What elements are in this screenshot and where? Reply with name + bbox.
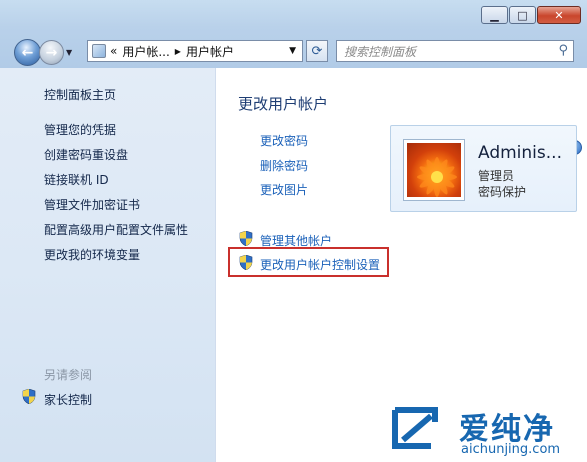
refresh-icon: ⟳ <box>311 43 323 59</box>
sidebar-item-link-online-id[interactable]: 链接联机 ID <box>44 171 109 188</box>
maximize-button[interactable]: □ <box>509 6 536 24</box>
breadcrumb-separator-icon[interactable]: ▶ <box>175 47 181 56</box>
remove-password-link[interactable]: 删除密码 <box>260 157 308 174</box>
minimize-button[interactable]: ▁ <box>481 6 508 24</box>
search-placeholder: 搜索控制面板 <box>344 44 417 59</box>
recent-pages-dropdown[interactable]: ▼ <box>66 48 72 57</box>
breadcrumb-user-accounts[interactable]: 用户帐户 <box>186 43 234 60</box>
watermark-url: aichunjing.com <box>461 442 561 457</box>
minimize-icon: ▁ <box>490 8 499 22</box>
back-button[interactable]: ← <box>14 39 41 66</box>
see-also-heading: 另请参阅 <box>44 368 93 382</box>
caption-buttons: ▁ □ ✕ <box>480 6 581 24</box>
maximize-icon: □ <box>517 8 528 22</box>
watermark: 爱纯净 aichunjing.com <box>387 404 587 462</box>
close-icon: ✕ <box>554 8 564 22</box>
sidebar-item-manage-credentials[interactable]: 管理您的凭据 <box>44 121 116 138</box>
close-button[interactable]: ✕ <box>537 6 581 24</box>
sidebar-item-file-encryption[interactable]: 管理文件加密证书 <box>44 196 140 213</box>
refresh-button[interactable]: ⟳ <box>306 40 328 62</box>
title-bar: ▁ □ ✕ ← → ▼ « 用户帐... ▶ 用户帐户 ▼ ⟳ 搜索控制面板 ⚲ <box>0 0 587 68</box>
uac-settings-link[interactable]: 更改用户帐户控制设置 <box>260 256 380 273</box>
breadcrumb-root[interactable]: « <box>110 44 117 58</box>
sidebar-item-environment-vars[interactable]: 更改我的环境变量 <box>44 246 140 263</box>
uac-shield-icon <box>239 254 253 271</box>
control-panel-window: ▁ □ ✕ ← → ▼ « 用户帐... ▶ 用户帐户 ▼ ⟳ 搜索控制面板 ⚲… <box>0 0 587 462</box>
sidebar: 控制面板主页 管理您的凭据 创建密码重设盘 链接联机 ID 管理文件加密证书 配… <box>0 68 216 462</box>
uac-shield-icon <box>22 388 36 405</box>
user-name: Adminis... <box>478 143 562 163</box>
avatar <box>403 139 465 201</box>
sidebar-item-create-reset-disk[interactable]: 创建密码重设盘 <box>44 146 128 163</box>
watermark-logo-icon <box>392 407 438 449</box>
sidebar-item-parental-controls[interactable]: 家长控制 <box>44 391 92 408</box>
flower-picture <box>407 143 461 197</box>
password-status: 密码保护 <box>478 185 527 199</box>
address-dropdown-icon[interactable]: ▼ <box>289 46 296 56</box>
arrow-right-icon: → <box>45 44 58 61</box>
main-content: ? 更改用户帐户 更改密码 删除密码 更改图片 管理其他帐户 更改用户帐户控制设… <box>217 68 587 462</box>
sidebar-item-control-panel-home[interactable]: 控制面板主页 <box>44 86 116 103</box>
page-title: 更改用户帐户 <box>238 95 329 113</box>
search-input[interactable]: 搜索控制面板 ⚲ <box>336 40 574 62</box>
arrow-left-icon: ← <box>21 44 34 61</box>
breadcrumb-user-accounts-parent[interactable]: 用户帐... <box>122 43 169 60</box>
address-bar[interactable]: « 用户帐... ▶ 用户帐户 ▼ <box>87 40 303 62</box>
user-role: 管理员 <box>478 169 515 183</box>
search-icon[interactable]: ⚲ <box>558 43 568 58</box>
forward-button[interactable]: → <box>39 40 64 65</box>
sidebar-item-advanced-profile[interactable]: 配置高级用户配置文件属性 <box>44 221 188 238</box>
user-account-card: Adminis... 管理员 密码保护 <box>390 125 577 212</box>
control-panel-icon <box>92 44 106 58</box>
change-picture-link[interactable]: 更改图片 <box>260 181 308 198</box>
uac-shield-icon <box>239 230 253 247</box>
navigation-buttons: ← → ▼ <box>14 39 72 66</box>
change-password-link[interactable]: 更改密码 <box>260 132 308 149</box>
